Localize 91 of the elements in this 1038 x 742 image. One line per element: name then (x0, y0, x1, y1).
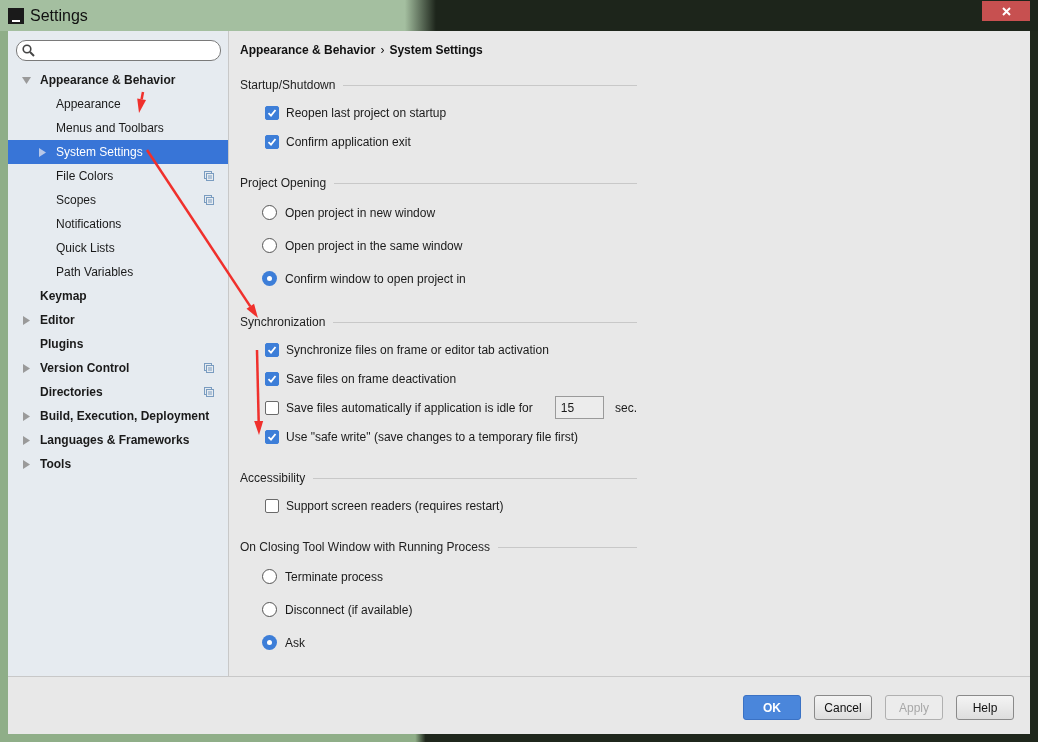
search-field[interactable] (16, 40, 221, 61)
radio-label: Open project in new window (285, 204, 436, 222)
sidebar-item[interactable]: Notifications (8, 212, 228, 236)
dialog-button[interactable]: Help (956, 695, 1014, 720)
collapsed-triangle-icon[interactable] (22, 459, 31, 469)
sidebar-item-label: System Settings (56, 144, 143, 161)
sidebar-item-label: Scopes (56, 192, 97, 209)
copy-icon (204, 363, 214, 373)
checkbox-label: Save files automatically if application is idle for (286, 399, 534, 417)
section-title: Accessibility (240, 470, 306, 487)
section-title: Synchronization (240, 314, 326, 331)
sidebar-item[interactable]: Appearance & Behavior (8, 68, 228, 92)
checkbox-label: Use "safe write" (save changes to a temporary file first) (286, 428, 578, 446)
sidebar-item[interactable]: Menus and Toolbars (8, 116, 228, 140)
radio-label: Ask (285, 634, 305, 652)
window-title: Settings (30, 5, 88, 26)
search-icon (22, 44, 35, 57)
checkbox[interactable] (265, 400, 279, 415)
expanded-triangle-icon[interactable] (22, 75, 31, 85)
sidebar-item-label: Build, Execution, Deployment (40, 408, 210, 425)
checkbox[interactable] (265, 371, 279, 386)
copy-icon (204, 195, 214, 205)
sidebar-item[interactable]: Directories (8, 380, 228, 404)
sidebar-item-label: File Colors (56, 168, 114, 185)
checkbox[interactable] (265, 134, 279, 149)
sidebar-item[interactable]: Path Variables (8, 260, 228, 284)
sidebar-item-label: Tools (40, 456, 72, 473)
dialog-button[interactable]: OK (743, 695, 801, 720)
sidebar-item[interactable]: Version Control (8, 356, 228, 380)
idle-seconds-field[interactable]: 15 (554, 396, 604, 419)
sidebar-item-label: Version Control (40, 360, 130, 377)
dialog-button[interactable]: Cancel (814, 695, 872, 720)
section-title: Project Opening (240, 175, 327, 192)
breadcrumb-item: Appearance & Behavior (240, 42, 376, 59)
sidebar-item-label: Appearance (56, 96, 121, 113)
radio-button[interactable] (262, 635, 277, 650)
section-title: Startup/Shutdown (240, 77, 336, 94)
sidebar-item[interactable]: Scopes (8, 188, 228, 212)
sidebar-item[interactable]: Quick Lists (8, 236, 228, 260)
sidebar-item-label: Keymap (40, 288, 87, 305)
radio-label: Confirm window to open project in (285, 270, 466, 288)
sidebar-item-label: Appearance & Behavior (40, 72, 176, 89)
sidebar-item-label: Quick Lists (56, 240, 115, 257)
annotation-arrow (137, 91, 147, 113)
sidebar-item[interactable]: Build, Execution, Deployment (8, 404, 228, 428)
copy-icon (204, 387, 214, 397)
close-icon (1001, 6, 1011, 16)
close-button[interactable] (982, 1, 1030, 21)
section-title: On Closing Tool Window with Running Process (240, 539, 490, 556)
sidebar-item[interactable]: Plugins (8, 332, 228, 356)
sidebar-item-label: Plugins (40, 336, 84, 353)
sidebar-item[interactable]: File Colors (8, 164, 228, 188)
collapsed-triangle-icon[interactable] (22, 315, 31, 325)
radio-label: Open project in the same window (285, 237, 463, 255)
sidebar-item[interactable]: Appearance (8, 92, 228, 116)
radio-button[interactable] (262, 238, 277, 253)
sidebar-item-label: Path Variables (56, 264, 134, 281)
copy-icon (204, 171, 214, 181)
breadcrumb-separator: › (380, 42, 385, 59)
checkbox-label: Save files on frame deactivation (286, 370, 457, 388)
seconds-unit-label: sec. (615, 399, 637, 417)
sidebar-item-label: Notifications (56, 216, 122, 233)
checkbox[interactable] (265, 105, 279, 120)
radio-button[interactable] (262, 602, 277, 617)
radio-button[interactable] (262, 205, 277, 220)
sidebar-item[interactable]: Tools (8, 452, 228, 476)
radio-button[interactable] (262, 569, 277, 584)
app-logo-icon (8, 7, 24, 24)
checkbox-label: Synchronize files on frame or editor tab activation (286, 341, 549, 359)
collapsed-triangle-icon[interactable] (22, 363, 31, 373)
checkbox[interactable] (265, 498, 279, 513)
checkbox[interactable] (265, 429, 279, 444)
sidebar-item[interactable]: Languages & Frameworks (8, 428, 228, 452)
collapsed-triangle-icon[interactable] (22, 435, 31, 445)
collapsed-triangle-icon[interactable] (22, 411, 31, 421)
sidebar-item-label: Menus and Toolbars (56, 120, 164, 137)
sidebar-item-label: Languages & Frameworks (40, 432, 190, 449)
sidebar-item[interactable]: Keymap (8, 284, 228, 308)
breadcrumb-item: System Settings (389, 42, 483, 59)
sidebar-item[interactable]: System Settings (8, 140, 228, 164)
checkbox-label: Confirm application exit (286, 133, 411, 151)
radio-label: Terminate process (285, 568, 384, 586)
radio-button[interactable] (262, 271, 277, 286)
checkbox-label: Reopen last project on startup (286, 104, 447, 122)
collapsed-triangle-icon[interactable] (38, 147, 47, 157)
sidebar-item-label: Editor (40, 312, 75, 329)
checkbox-label: Support screen readers (requires restart) (286, 497, 504, 515)
sidebar-item-label: Directories (40, 384, 103, 401)
sidebar-item[interactable]: Editor (8, 308, 228, 332)
checkbox[interactable] (265, 342, 279, 357)
radio-label: Disconnect (if available) (285, 601, 413, 619)
